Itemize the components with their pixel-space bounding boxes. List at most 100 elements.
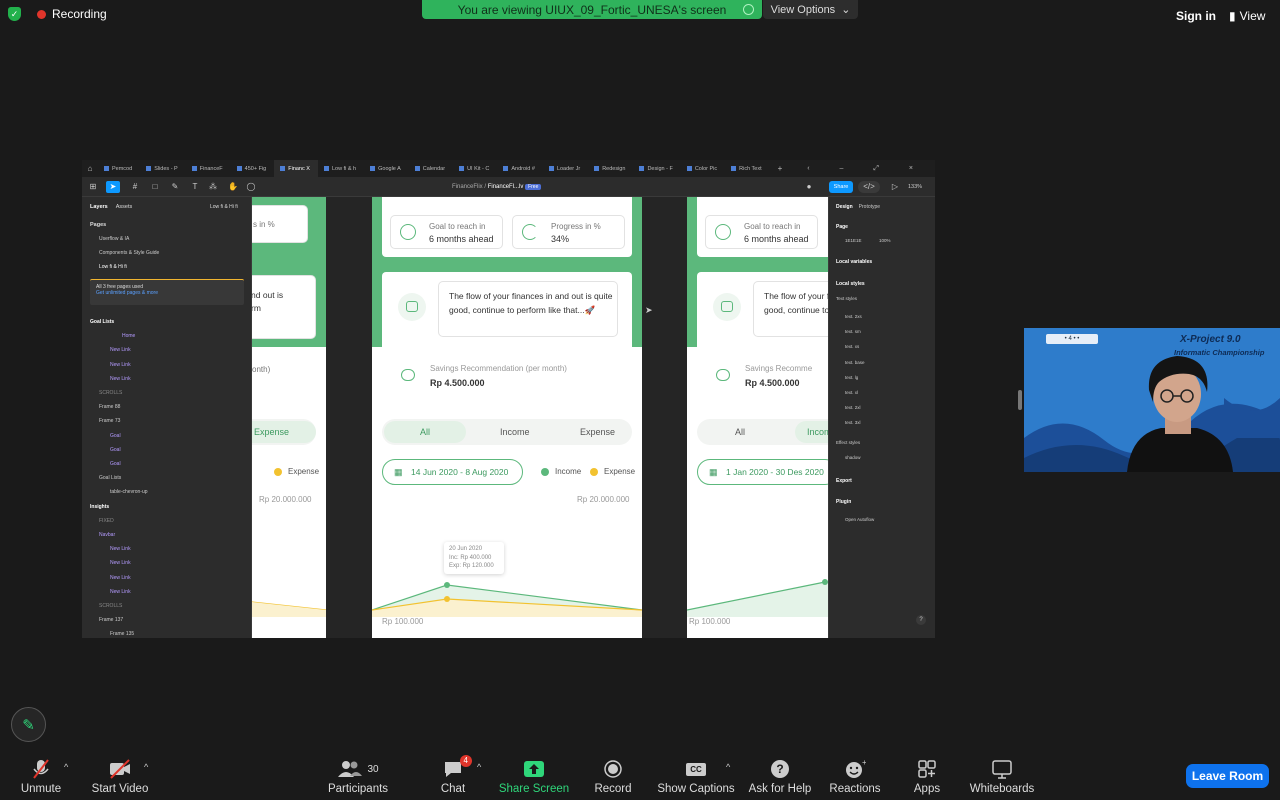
- text-style-item[interactable]: text. 2xl: [845, 405, 861, 410]
- help-icon[interactable]: ?: [916, 615, 926, 625]
- figma-tab[interactable]: Loader Jr: [543, 160, 588, 177]
- file-title[interactable]: FinanceFlix / FinanceFl...lv Free: [452, 184, 542, 190]
- avatar[interactable]: ●: [802, 181, 816, 193]
- filter-income[interactable]: Incom: [795, 421, 828, 443]
- dev-mode-toggle[interactable]: </>: [858, 181, 880, 193]
- text-style-item[interactable]: text. base: [845, 360, 865, 365]
- pen-tool-icon[interactable]: ✎: [168, 181, 182, 193]
- shared-screen[interactable]: ⌂ Pemcod Slides - P FinanceF 450+ Fig Financ…: [82, 160, 935, 638]
- page-color[interactable]: 1E1E1E: [845, 238, 862, 243]
- whiteboards-button[interactable]: Whiteboards: [968, 753, 1036, 800]
- zoom-level[interactable]: 133%: [908, 184, 922, 190]
- layer-row[interactable]: New Link: [110, 575, 131, 581]
- reactions-button[interactable]: + Reactions: [826, 753, 884, 800]
- date-range-picker[interactable]: ▦ 14 Jun 2020 - 8 Aug 2020: [382, 459, 523, 485]
- layer-row[interactable]: Frame 135: [110, 631, 134, 637]
- text-style-item[interactable]: text. lg: [845, 375, 858, 380]
- layer-row[interactable]: Frame 73: [99, 418, 120, 424]
- layer-row[interactable]: Goal: [110, 433, 121, 439]
- layer-row[interactable]: Goal: [110, 461, 121, 467]
- filter-pill[interactable]: Expense: [252, 419, 316, 445]
- filter-all[interactable]: All: [735, 427, 745, 437]
- layer-row[interactable]: SCROLLS: [99, 603, 122, 609]
- layer-row[interactable]: Goal: [110, 447, 121, 453]
- layer-row[interactable]: Frame 137: [99, 617, 123, 623]
- record-button[interactable]: Record: [590, 753, 636, 800]
- view-options-button[interactable]: View Options ⌄: [763, 0, 858, 19]
- text-style-item[interactable]: text. xs: [845, 344, 859, 349]
- date-range-picker[interactable]: ▦ 1 Jan 2020 - 30 Des 2020: [697, 459, 828, 485]
- video-tile[interactable]: • 4 • • X-Project 9.0 Informatic Champio…: [1024, 328, 1280, 472]
- filter-all[interactable]: All: [384, 421, 466, 443]
- figma-tab[interactable]: Design - F: [633, 160, 680, 177]
- view-button[interactable]: ▮ View: [1229, 9, 1265, 23]
- layer-row[interactable]: SCROLLS: [99, 390, 122, 396]
- video-options-chevron-icon[interactable]: ^: [144, 762, 148, 772]
- figma-tab[interactable]: Color Pic: [681, 160, 725, 177]
- tab-assets[interactable]: Assets: [116, 204, 133, 210]
- audio-options-chevron-icon[interactable]: ^: [64, 762, 68, 772]
- text-style-item[interactable]: text. xl: [845, 390, 858, 395]
- local-variables[interactable]: Local variables: [836, 259, 872, 265]
- filter-expense[interactable]: Expense: [252, 421, 316, 443]
- frame-tool-icon[interactable]: #: [128, 181, 142, 193]
- tab-layers[interactable]: Layers: [90, 204, 108, 210]
- effect-style-item[interactable]: shadow: [845, 455, 861, 460]
- apps-button[interactable]: Apps: [909, 753, 945, 800]
- layer-row[interactable]: New Link: [110, 347, 131, 353]
- figma-tab[interactable]: Google A: [364, 160, 409, 177]
- figma-tab[interactable]: Calendar: [409, 160, 453, 177]
- layer-row[interactable]: Home: [122, 333, 135, 339]
- text-tool-icon[interactable]: T: [188, 181, 202, 193]
- panel-resize-handle[interactable]: [1018, 390, 1022, 410]
- ask-for-help-button[interactable]: ? Ask for Help: [747, 753, 813, 800]
- figma-tab[interactable]: Rich Text: [725, 160, 770, 177]
- unmute-button[interactable]: Unmute: [14, 753, 68, 800]
- layer-row[interactable]: Navbar: [99, 532, 115, 538]
- hand-tool-icon[interactable]: ✋: [226, 181, 240, 193]
- upgrade-link[interactable]: Get unlimited pages & more: [96, 290, 238, 296]
- window-controls[interactable]: ‹ – ⤢ ×: [807, 165, 927, 173]
- resources-icon[interactable]: ⁂: [206, 181, 220, 193]
- layer-row[interactable]: Insights: [90, 504, 109, 510]
- layer-row[interactable]: Goal Lists: [99, 475, 121, 481]
- frame-left-partial[interactable]: s in % nd out is rm onth) Expense Expens…: [252, 197, 326, 638]
- participants-button[interactable]: 30 Participants: [326, 753, 390, 800]
- page-item[interactable]: Components & Style Guide: [99, 250, 159, 256]
- figma-tab[interactable]: UI Kit - C: [453, 160, 497, 177]
- layer-row[interactable]: New Link: [110, 362, 131, 368]
- add-tab-icon[interactable]: +: [778, 164, 783, 173]
- frame-insights[interactable]: Goal to reach in 6 months ahead Progress…: [372, 197, 642, 638]
- figma-tab[interactable]: Low fi & h: [318, 160, 364, 177]
- leave-room-button[interactable]: Leave Room: [1186, 764, 1269, 788]
- main-menu-icon[interactable]: ⊞: [86, 181, 100, 193]
- figma-tab[interactable]: Pemcod: [98, 160, 140, 177]
- progress-card[interactable]: Progress in % 34%: [512, 215, 625, 249]
- figma-tab[interactable]: 450+ Fig: [231, 160, 275, 177]
- recording-indicator[interactable]: ✓ Recording: [8, 7, 107, 21]
- layer-row[interactable]: table-chevron-up: [110, 489, 148, 495]
- filter-income[interactable]: Income: [500, 427, 530, 437]
- sign-in-button[interactable]: Sign in: [1176, 9, 1216, 23]
- goal-card[interactable]: Goal to reach in 6 months ahead: [705, 215, 818, 249]
- export-heading[interactable]: Export: [836, 478, 852, 484]
- frame-insights-year[interactable]: Goal to reach in 6 months ahead The flow…: [687, 197, 828, 638]
- text-style-item[interactable]: text. 3xl: [845, 420, 861, 425]
- share-button[interactable]: Share: [829, 181, 853, 193]
- tab-design[interactable]: Design: [836, 204, 853, 210]
- figma-tab[interactable]: Slides - P: [140, 160, 186, 177]
- figma-tab[interactable]: Financ X: [274, 160, 318, 177]
- figma-canvas[interactable]: s in % nd out is rm onth) Expense Expens…: [252, 197, 828, 638]
- text-style-item[interactable]: text. 2xs: [845, 314, 862, 319]
- layer-row[interactable]: New Link: [110, 589, 131, 595]
- layer-row[interactable]: New Link: [110, 376, 131, 382]
- layer-row[interactable]: FIXED: [99, 518, 114, 524]
- annotate-pencil-button[interactable]: ✎: [11, 707, 46, 742]
- chat-button[interactable]: 4 Chat: [434, 753, 472, 800]
- filter-expense[interactable]: Expense: [580, 427, 615, 437]
- page-item[interactable]: Userflow & IA: [99, 236, 129, 242]
- captions-options-chevron-icon[interactable]: ^: [726, 762, 730, 772]
- tab-prototype[interactable]: Prototype: [859, 204, 880, 210]
- current-page-label[interactable]: Low fi & Hi fi: [210, 204, 238, 210]
- shape-tool-icon[interactable]: □: [148, 181, 162, 193]
